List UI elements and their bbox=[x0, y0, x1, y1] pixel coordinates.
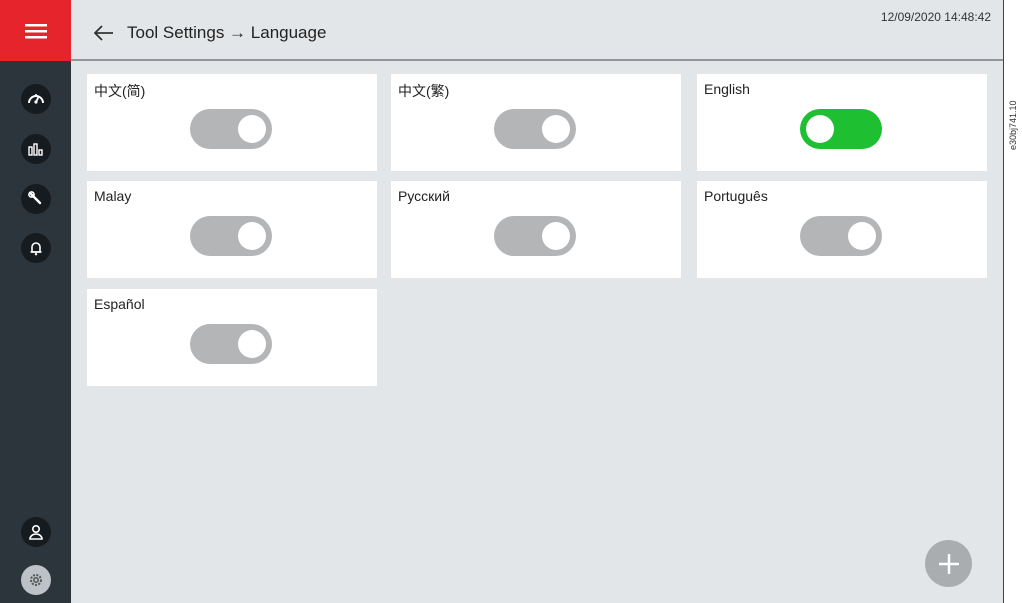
back-button[interactable] bbox=[91, 20, 117, 46]
toggle-knob bbox=[238, 330, 266, 358]
top-bar: Tool Settings → Language 12/09/2020 14:4… bbox=[71, 0, 1003, 61]
language-label: 中文(简) bbox=[94, 83, 146, 99]
language-toggle[interactable] bbox=[800, 109, 882, 149]
settings-button[interactable] bbox=[21, 565, 51, 595]
language-card-zh-hans[interactable]: 中文(简) bbox=[87, 74, 377, 171]
toggle-knob bbox=[238, 115, 266, 143]
sidebar-item-tools[interactable] bbox=[21, 184, 51, 214]
language-toggle[interactable] bbox=[800, 216, 882, 256]
document-reference: e30bj741.10 bbox=[1008, 100, 1018, 150]
sidebar-item-dashboard[interactable] bbox=[21, 84, 51, 114]
app-screen: Tool Settings → Language 12/09/2020 14:4… bbox=[0, 0, 1003, 603]
sidebar-item-alarms[interactable] bbox=[21, 233, 51, 263]
wrench-icon bbox=[28, 191, 42, 205]
gauge-icon bbox=[28, 94, 44, 104]
arrow-left-icon bbox=[93, 25, 113, 41]
toggle-knob bbox=[848, 222, 876, 250]
language-card-portuguese[interactable]: Português bbox=[697, 181, 987, 278]
add-button[interactable] bbox=[925, 540, 972, 587]
sidebar bbox=[0, 0, 71, 603]
page-edge-line bbox=[1003, 0, 1004, 603]
language-toggle[interactable] bbox=[494, 216, 576, 256]
user-icon bbox=[29, 524, 43, 540]
bell-icon bbox=[30, 242, 42, 256]
toggle-knob bbox=[542, 222, 570, 250]
datetime-display: 12/09/2020 14:48:42 bbox=[880, 10, 991, 24]
hamburger-menu-icon bbox=[24, 23, 47, 38]
language-card-zh-hant[interactable]: 中文(繁) bbox=[391, 74, 681, 171]
gear-icon bbox=[30, 574, 42, 586]
plus-icon bbox=[938, 553, 959, 574]
language-card-malay[interactable]: Malay bbox=[87, 181, 377, 278]
sidebar-item-results[interactable] bbox=[21, 134, 51, 164]
language-toggle[interactable] bbox=[190, 324, 272, 364]
language-label: Malay bbox=[94, 188, 132, 204]
language-card-spanish[interactable]: Español bbox=[87, 289, 377, 386]
language-label: Español bbox=[94, 296, 145, 312]
chart-icon bbox=[28, 143, 43, 156]
language-label: English bbox=[704, 81, 750, 97]
page-title: Tool Settings → Language bbox=[127, 23, 327, 42]
language-label: Português bbox=[704, 188, 768, 204]
menu-button[interactable] bbox=[0, 0, 71, 61]
language-toggle[interactable] bbox=[494, 109, 576, 149]
language-toggle[interactable] bbox=[190, 109, 272, 149]
toggle-knob bbox=[542, 115, 570, 143]
user-button[interactable] bbox=[21, 517, 51, 547]
language-label: Русский bbox=[398, 188, 450, 204]
language-toggle[interactable] bbox=[190, 216, 272, 256]
language-label: 中文(繁) bbox=[398, 83, 450, 99]
language-card-russian[interactable]: Русский bbox=[391, 181, 681, 278]
toggle-knob bbox=[238, 222, 266, 250]
toggle-knob bbox=[806, 115, 834, 143]
document-reference-wrapper: e30bj741.10 bbox=[1008, 80, 1020, 150]
language-card-english[interactable]: English bbox=[697, 74, 987, 171]
